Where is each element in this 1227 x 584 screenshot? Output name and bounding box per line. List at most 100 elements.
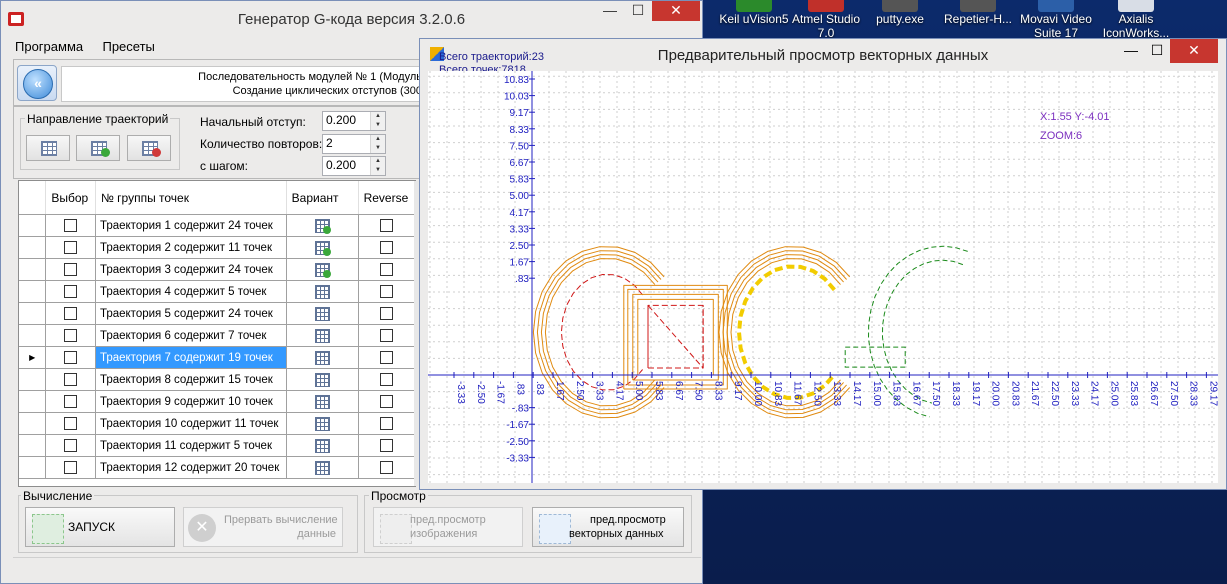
desktop-shortcut[interactable]: Atmel Studio 7.0 xyxy=(784,0,868,40)
variant-grid-icon[interactable] xyxy=(314,306,330,321)
reverse-checkbox[interactable] xyxy=(379,373,393,386)
row-header[interactable] xyxy=(19,236,47,259)
variant-grid-icon[interactable] xyxy=(314,394,330,409)
step-input[interactable] xyxy=(323,157,370,173)
minimize-icon[interactable]: — xyxy=(597,1,623,21)
table-row[interactable]: Траектория 3 содержит 24 точек xyxy=(19,258,415,281)
row-header[interactable] xyxy=(19,390,47,413)
group-cell[interactable]: Траектория 5 содержит 24 точек xyxy=(95,302,287,325)
direction-remove-button[interactable] xyxy=(127,135,171,161)
reverse-checkbox[interactable] xyxy=(379,461,393,474)
table-row[interactable]: Траектория 9 содержит 10 точек xyxy=(19,390,415,413)
reverse-checkbox[interactable] xyxy=(379,329,393,342)
repeat-count-field[interactable]: ▲▼ xyxy=(322,134,386,154)
close-icon[interactable]: ✕ xyxy=(652,1,700,21)
row-header[interactable] xyxy=(19,258,47,281)
direction-default-button[interactable] xyxy=(26,135,70,161)
group-cell[interactable]: Траектория 10 содержит 11 точек xyxy=(95,412,287,435)
select-checkbox[interactable] xyxy=(64,461,78,474)
preview-minimize-icon[interactable]: — xyxy=(1118,39,1144,63)
select-checkbox[interactable] xyxy=(64,241,78,254)
select-checkbox[interactable] xyxy=(64,351,78,364)
row-header[interactable] xyxy=(19,368,47,391)
preview-vector-button[interactable]: пред.просмотр векторных данных xyxy=(532,507,684,547)
row-header[interactable] xyxy=(19,456,47,479)
col-reverse[interactable]: Reverse xyxy=(358,181,415,215)
desktop-shortcut[interactable]: Axialis IconWorks... xyxy=(1094,0,1178,40)
group-cell[interactable]: Траектория 9 содержит 10 точек xyxy=(95,390,287,413)
reverse-checkbox[interactable] xyxy=(379,241,393,254)
group-cell[interactable]: Траектория 6 содержит 7 точек xyxy=(95,324,287,347)
spin-arrows-icon[interactable]: ▲ ▼ xyxy=(370,112,385,130)
variant-grid-icon[interactable] xyxy=(314,350,330,365)
reverse-checkbox[interactable] xyxy=(379,219,393,232)
select-checkbox[interactable] xyxy=(64,219,78,232)
start-offset-field[interactable]: ▲▼ xyxy=(322,111,386,131)
reverse-checkbox[interactable] xyxy=(379,417,393,430)
group-cell[interactable]: Траектория 11 содержит 5 точек xyxy=(95,434,287,457)
variant-grid-icon[interactable] xyxy=(314,372,330,387)
table-row[interactable]: Траектория 5 содержит 24 точек xyxy=(19,302,415,325)
select-checkbox[interactable] xyxy=(64,417,78,430)
table-row[interactable]: Траектория 11 содержит 5 точек xyxy=(19,434,415,457)
table-row[interactable]: Траектория 1 содержит 24 точек xyxy=(19,214,415,237)
menu-presets[interactable]: Пресеты xyxy=(102,39,154,54)
preview-image-button[interactable]: пред.просмотр изображения xyxy=(373,507,523,547)
spin-arrows-icon[interactable]: ▲ ▼ xyxy=(370,135,385,153)
step-field[interactable]: ▲▼ xyxy=(322,156,386,176)
variant-grid-icon[interactable] xyxy=(314,460,330,475)
reverse-checkbox[interactable] xyxy=(379,263,393,276)
row-header[interactable] xyxy=(19,324,47,347)
table-row[interactable]: Траектория 12 содержит 20 точек xyxy=(19,456,415,479)
row-header[interactable] xyxy=(19,302,47,325)
select-checkbox[interactable] xyxy=(64,395,78,408)
run-button[interactable]: ЗАПУСК xyxy=(25,507,175,547)
row-header[interactable] xyxy=(19,434,47,457)
reverse-checkbox[interactable] xyxy=(379,285,393,298)
variant-grid-icon[interactable] xyxy=(314,240,331,256)
table-row[interactable]: Траектория 10 содержит 11 точек xyxy=(19,412,415,435)
variant-grid-icon[interactable] xyxy=(314,218,331,234)
maximize-icon[interactable]: ☐ xyxy=(625,1,651,21)
col-variant[interactable]: Вариант xyxy=(286,181,359,215)
reverse-checkbox[interactable] xyxy=(379,395,393,408)
group-cell[interactable]: Траектория 8 содержит 15 точек xyxy=(95,368,287,391)
select-checkbox[interactable] xyxy=(64,439,78,452)
group-cell[interactable]: Траектория 4 содержит 5 точек xyxy=(95,280,287,303)
select-checkbox[interactable] xyxy=(64,373,78,386)
row-header[interactable] xyxy=(19,412,47,435)
table-row[interactable]: Траектория 8 содержит 15 точек xyxy=(19,368,415,391)
back-button[interactable]: « xyxy=(17,65,57,101)
preview-close-icon[interactable]: ✕ xyxy=(1170,39,1218,63)
select-checkbox[interactable] xyxy=(64,329,78,342)
variant-grid-icon[interactable] xyxy=(314,416,330,431)
row-header[interactable] xyxy=(19,280,47,303)
group-cell[interactable]: Траектория 2 содержит 11 точек xyxy=(95,236,287,259)
repeat-count-input[interactable] xyxy=(323,135,370,151)
desktop-shortcut[interactable]: Movavi Video Suite 17 xyxy=(1014,0,1098,40)
table-row[interactable]: ▶ Траектория 7 содержит 19 точек xyxy=(19,346,415,369)
col-group[interactable]: № группы точек xyxy=(95,181,287,215)
vector-plot-svg[interactable]: -3.33 -2.50 -1.67 .83 .83 1.67 2.50 3.33 4.17 5.0… xyxy=(428,71,1218,483)
spin-arrows-icon[interactable]: ▲ ▼ xyxy=(370,157,385,175)
table-row[interactable]: Траектория 4 содержит 5 точек xyxy=(19,280,415,303)
group-cell[interactable]: Траектория 12 содержит 20 точек xyxy=(95,456,287,479)
variant-grid-icon[interactable] xyxy=(314,328,330,343)
col-select[interactable]: Выбор xyxy=(45,181,96,215)
variant-grid-icon[interactable] xyxy=(314,438,330,453)
row-header[interactable] xyxy=(19,214,47,237)
start-offset-input[interactable] xyxy=(323,112,370,128)
desktop-shortcut[interactable]: putty.exe xyxy=(858,0,942,26)
group-cell[interactable]: Траектория 3 содержит 24 точек xyxy=(95,258,287,281)
group-cell[interactable]: Траектория 1 содержит 24 точек xyxy=(95,214,287,237)
group-cell[interactable]: Траектория 7 содержит 19 точек xyxy=(95,346,287,369)
variant-grid-icon[interactable] xyxy=(314,284,330,299)
select-checkbox[interactable] xyxy=(64,307,78,320)
row-header[interactable]: ▶ xyxy=(19,346,47,369)
desktop-shortcut[interactable]: Repetier-H... xyxy=(936,0,1020,26)
direction-add-button[interactable] xyxy=(76,135,120,161)
menu-program[interactable]: Программа xyxy=(15,39,83,54)
select-checkbox[interactable] xyxy=(64,285,78,298)
reverse-checkbox[interactable] xyxy=(379,307,393,320)
reverse-checkbox[interactable] xyxy=(379,351,393,364)
